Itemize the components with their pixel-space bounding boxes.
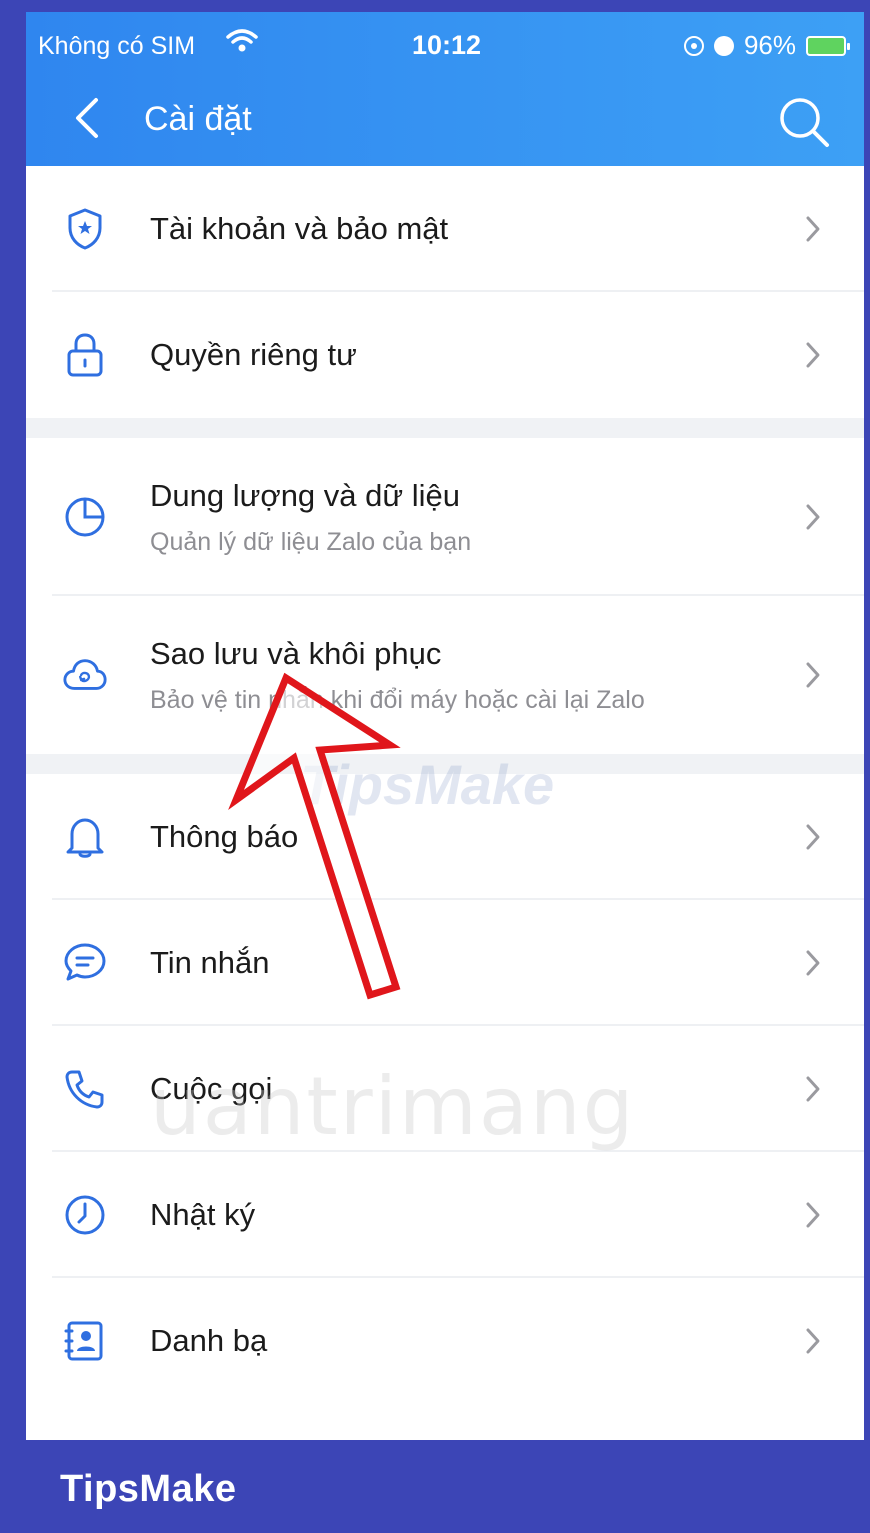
- settings-item-backup-restore[interactable]: Sao lưu và khôi phục Bảo vệ tin nhắn khi…: [26, 596, 864, 754]
- item-label: Sao lưu và khôi phục: [150, 635, 442, 671]
- item-label: Quyền riêng tư: [150, 337, 357, 372]
- quantrimang-watermark-overlay: uantrimang: [150, 1060, 636, 1153]
- chevron-right-icon: [806, 504, 820, 530]
- item-subtitle: Quản lý dữ liệu Zalo của bạn: [150, 527, 472, 556]
- chevron-right-icon: [806, 662, 820, 688]
- section-gap: [26, 418, 864, 438]
- chevron-right-icon: [806, 342, 820, 368]
- wifi-icon: [226, 28, 258, 61]
- item-label: Dung lượng và dữ liệu: [150, 477, 460, 513]
- settings-item-messages[interactable]: Tin nhắn: [26, 900, 864, 1026]
- status-time: 10:12: [412, 30, 482, 60]
- chevron-right-icon: [806, 824, 820, 850]
- back-arrow-icon: [76, 98, 98, 138]
- status-carrier: Không có SIM: [38, 32, 196, 60]
- item-label: Thông báo: [150, 819, 299, 854]
- frame-left: [0, 0, 26, 1440]
- status-right: 96%: [683, 30, 850, 61]
- search-icon: [780, 98, 829, 147]
- settings-item-contacts[interactable]: Danh bạ: [26, 1278, 864, 1404]
- page-title: Cài đặt: [144, 100, 252, 138]
- phone-screen: Không có SIM 10:12 96% Cài đặt Tài khoản…: [26, 12, 864, 1440]
- shield-icon: [62, 206, 108, 252]
- app-header: Không có SIM 10:12 96% Cài đặt: [26, 12, 864, 166]
- chevron-right-icon: [806, 950, 820, 976]
- phone-icon: [62, 1066, 108, 1112]
- frame-right: [864, 0, 870, 1440]
- lock-icon: [62, 332, 108, 378]
- settings-item-account-security[interactable]: Tài khoản và bảo mật: [26, 166, 864, 292]
- alarm-icon: [713, 35, 734, 56]
- item-label: Danh bạ: [150, 1323, 268, 1358]
- item-label: Tài khoản và bảo mật: [150, 211, 449, 246]
- chevron-right-icon: [806, 216, 820, 242]
- brand-logo: TipsMake: [60, 1468, 237, 1510]
- lock-rotation-icon: [683, 35, 704, 56]
- bell-icon: [62, 814, 108, 860]
- clock-icon: [62, 1192, 108, 1238]
- item-label: Tin nhắn: [150, 945, 270, 980]
- frame-top: [0, 0, 870, 12]
- tipsmake-watermark-overlay: TipsMake: [300, 753, 555, 816]
- battery-icon: [806, 35, 850, 56]
- contacts-icon: [62, 1318, 108, 1364]
- chevron-right-icon: [806, 1328, 820, 1354]
- battery-percent: 96%: [743, 30, 796, 60]
- item-label: Nhật ký: [150, 1197, 256, 1232]
- cloud-sync-icon: [62, 652, 108, 698]
- chevron-right-icon: [806, 1202, 820, 1228]
- back-button[interactable]: [70, 96, 104, 140]
- settings-item-storage-data[interactable]: Dung lượng và dữ liệu Quản lý dữ liệu Za…: [26, 438, 864, 596]
- item-subtitle: Bảo vệ tin nhắn khi đổi máy hoặc cài lại…: [150, 685, 645, 714]
- pie-chart-icon: [62, 494, 108, 540]
- brand-bar: TipsMake: [0, 1440, 870, 1533]
- chevron-right-icon: [806, 1076, 820, 1102]
- search-button[interactable]: [778, 96, 830, 148]
- message-icon: [62, 940, 108, 986]
- settings-item-privacy[interactable]: Quyền riêng tư: [26, 292, 864, 418]
- settings-item-diary[interactable]: Nhật ký: [26, 1152, 864, 1278]
